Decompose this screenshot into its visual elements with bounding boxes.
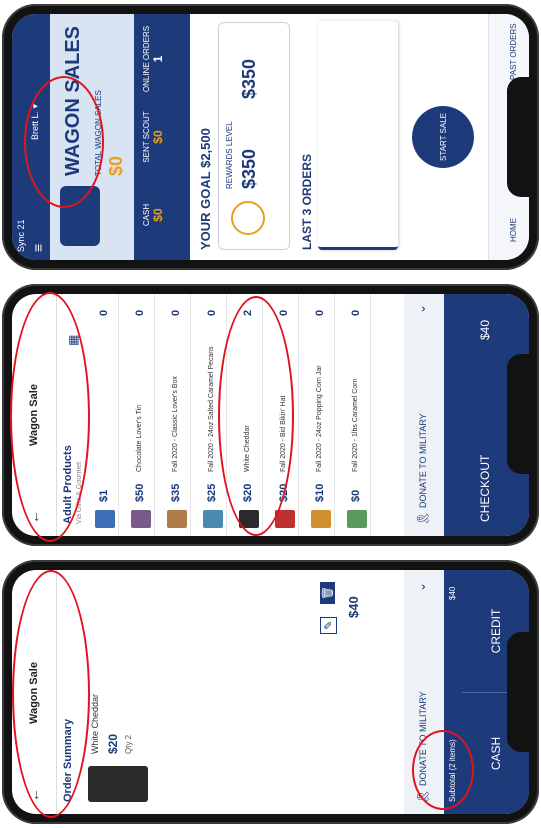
product-thumbnail bbox=[311, 510, 331, 528]
trophy-icon bbox=[231, 201, 265, 235]
product-qty[interactable]: 0 bbox=[98, 310, 110, 316]
product-row[interactable]: $10 Fall 2020 - 24oz Popping Corn Jar 0 bbox=[308, 294, 335, 536]
reward-card: REWARDS LEVEL $350 $350 bbox=[218, 22, 290, 250]
mini-online: ONLINE ORDERS 1 bbox=[142, 24, 165, 94]
phone-summary: ← Wagon Sale Order Summary White Cheddar… bbox=[2, 560, 539, 824]
mini-scout-label: SENT SCOUT bbox=[142, 111, 151, 163]
phone-notch bbox=[507, 632, 529, 752]
product-qty[interactable]: 0 bbox=[134, 310, 146, 316]
mini-cash-label: CASH bbox=[142, 203, 151, 227]
product-row[interactable]: $35 Fall 2020 - Classic Lover's Box 0 bbox=[164, 294, 191, 536]
nav-home[interactable]: HOME bbox=[509, 218, 518, 242]
start-sale-label: START SALE bbox=[438, 112, 448, 162]
product-qty[interactable]: 0 bbox=[278, 310, 290, 316]
order-item[interactable]: White Cheddar $20 Qty 2 bbox=[82, 570, 172, 814]
mini-online-value: 1 bbox=[151, 55, 165, 63]
product-name: Fall 2020 - 24oz Popping Corn Jar bbox=[316, 365, 323, 472]
product-row[interactable]: $0 Fall 2020 - 1lbs Caramel Corn 0 bbox=[344, 294, 371, 536]
product-thumbnail bbox=[203, 510, 223, 528]
product-name: Fall 2020 - Classic Lover's Box bbox=[172, 376, 179, 472]
last-orders-card bbox=[318, 21, 398, 250]
donate-row[interactable]: 🎗 DONATE TO MILITARY ⌄ bbox=[404, 294, 444, 536]
mini-scout: SENT SCOUT $0 bbox=[142, 102, 165, 172]
checkout-label: CHECKOUT bbox=[478, 454, 492, 522]
summary-total: $40 bbox=[346, 596, 361, 618]
status-time: Sync 21 bbox=[16, 219, 26, 252]
phone-notch bbox=[507, 77, 529, 197]
product-price: $0 bbox=[350, 489, 362, 502]
last-orders-title: LAST 3 ORDERS bbox=[300, 153, 314, 250]
item-qty: Qty 2 bbox=[124, 734, 133, 754]
product-price: $35 bbox=[170, 483, 182, 502]
menu-icon[interactable]: ≡ bbox=[30, 244, 46, 252]
action-icons: ✎ 🗑 $40 bbox=[312, 570, 372, 814]
product-name: Fall 2020 - 1lbs Caramel Corn bbox=[352, 378, 359, 472]
product-price: $10 bbox=[314, 483, 326, 502]
goal-text: YOUR GOAL $2,500 bbox=[198, 128, 213, 250]
nav-past-orders[interactable]: PAST ORDERS bbox=[509, 23, 518, 80]
mini-cash-value: $0 bbox=[151, 208, 165, 222]
reward-value: $350 bbox=[239, 148, 259, 189]
stats-value: $0 bbox=[106, 155, 126, 176]
phone-notch bbox=[507, 354, 529, 474]
product-qty[interactable]: 0 bbox=[350, 310, 362, 316]
start-sale-button[interactable]: START SALE bbox=[412, 106, 474, 168]
product-price: $1 bbox=[98, 489, 110, 502]
product-thumbnail bbox=[347, 510, 367, 528]
product-name: Chocolate Lover's Tin bbox=[136, 404, 143, 472]
reward-value-2: $350 bbox=[239, 58, 259, 99]
credit-label: CREDIT bbox=[488, 608, 503, 654]
product-thumbnail bbox=[167, 510, 187, 528]
mini-cash: CASH $0 bbox=[142, 180, 165, 250]
mini-online-label: ONLINE ORDERS bbox=[142, 25, 151, 93]
product-qty[interactable]: 0 bbox=[170, 310, 182, 316]
product-thumbnail bbox=[131, 510, 151, 528]
mini-scout-value: $0 bbox=[151, 130, 165, 144]
chevron-down-icon: ⌄ bbox=[414, 581, 428, 592]
product-thumbnail bbox=[88, 766, 148, 802]
edit-icon[interactable]: ✎ bbox=[320, 616, 337, 634]
highlight-edit-delete bbox=[412, 730, 474, 810]
product-row[interactable]: $50 Chocolate Lover's Tin 0 bbox=[128, 294, 155, 536]
phone-dashboard: Sync 21 ≡ Brett L. ▾ WAGON SALES TOTAL W… bbox=[2, 4, 539, 270]
highlight-start-sale bbox=[24, 76, 104, 208]
highlight-payment bbox=[12, 570, 90, 818]
highlight-white-cheddar bbox=[218, 296, 294, 536]
product-qty[interactable]: 0 bbox=[314, 310, 326, 316]
product-name: Fall 2020 - 24oz Salted Caramel Pecans bbox=[208, 346, 215, 472]
checkout-total: $40 bbox=[478, 319, 492, 340]
phone-products: ← Wagon Sale Adult Products Via Gifts & … bbox=[2, 284, 539, 546]
cash-label: CASH bbox=[488, 736, 503, 771]
item-name: White Cheddar bbox=[90, 693, 100, 754]
reward-label: REWARDS LEVEL bbox=[225, 121, 234, 189]
product-qty[interactable]: 0 bbox=[206, 310, 218, 316]
highlight-checkout bbox=[10, 292, 90, 542]
item-price: $20 bbox=[106, 733, 120, 754]
product-price: $25 bbox=[206, 483, 218, 502]
chevron-down-icon: ⌄ bbox=[414, 303, 428, 314]
product-thumbnail bbox=[95, 510, 115, 528]
product-row[interactable]: $1 0 bbox=[92, 294, 119, 536]
mini-stats: CASH $0 SENT SCOUT $0 ONLINE ORDERS 1 bbox=[134, 14, 190, 260]
donate-label: DONATE TO MILITARY bbox=[418, 413, 428, 508]
payment-amount: $40 bbox=[448, 586, 457, 600]
delete-icon[interactable]: 🗑 bbox=[320, 582, 335, 604]
product-price: $50 bbox=[134, 483, 146, 502]
ribbon-icon: 🎗 bbox=[416, 510, 430, 526]
